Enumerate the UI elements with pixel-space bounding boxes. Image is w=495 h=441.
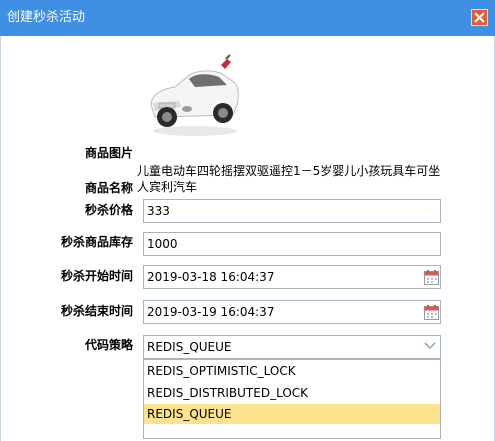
end-time-input[interactable]: 2019-03-19 16:04:37 <box>143 300 441 324</box>
product-name-value: 儿童电动车四轮摇摆双驱遥控1－5岁婴儿小孩玩具车可坐人宾利汽车 <box>137 164 441 194</box>
dialog-title: 创建秒杀活动 <box>7 10 86 25</box>
start-time-input[interactable]: 2019-03-18 16:04:37 <box>143 265 441 289</box>
image-label: 商品图片 <box>84 146 133 160</box>
close-icon <box>474 12 485 23</box>
end-time-label: 秒杀结束时间 <box>60 304 133 318</box>
stock-label: 秒杀商品库存 <box>60 235 133 249</box>
close-button[interactable] <box>471 9 488 26</box>
price-input[interactable]: 333 <box>143 199 441 223</box>
dialog-titlebar: 创建秒杀活动 <box>0 0 495 36</box>
calendar-icon[interactable] <box>424 270 439 285</box>
strategy-option[interactable]: REDIS_DISTRIBUTED_LOCK <box>144 383 440 403</box>
name-label: 商品名称 <box>84 181 133 195</box>
strategy-select[interactable]: REDIS_QUEUE <box>143 335 441 359</box>
strategy-label: 代码策略 <box>84 338 133 352</box>
chevron-down-icon[interactable] <box>423 341 437 351</box>
calendar-icon[interactable] <box>424 305 439 320</box>
stock-input[interactable]: 1000 <box>143 232 441 256</box>
strategy-option[interactable]: REDIS_OPTIMISTIC_LOCK <box>144 361 440 381</box>
strategy-option-selected[interactable]: REDIS_QUEUE <box>144 404 440 424</box>
price-label: 秒杀价格 <box>84 203 133 217</box>
product-image <box>150 54 239 136</box>
start-time-label: 秒杀开始时间 <box>60 269 133 283</box>
strategy-dropdown: REDIS_OPTIMISTIC_LOCK REDIS_DISTRIBUTED_… <box>143 359 441 439</box>
